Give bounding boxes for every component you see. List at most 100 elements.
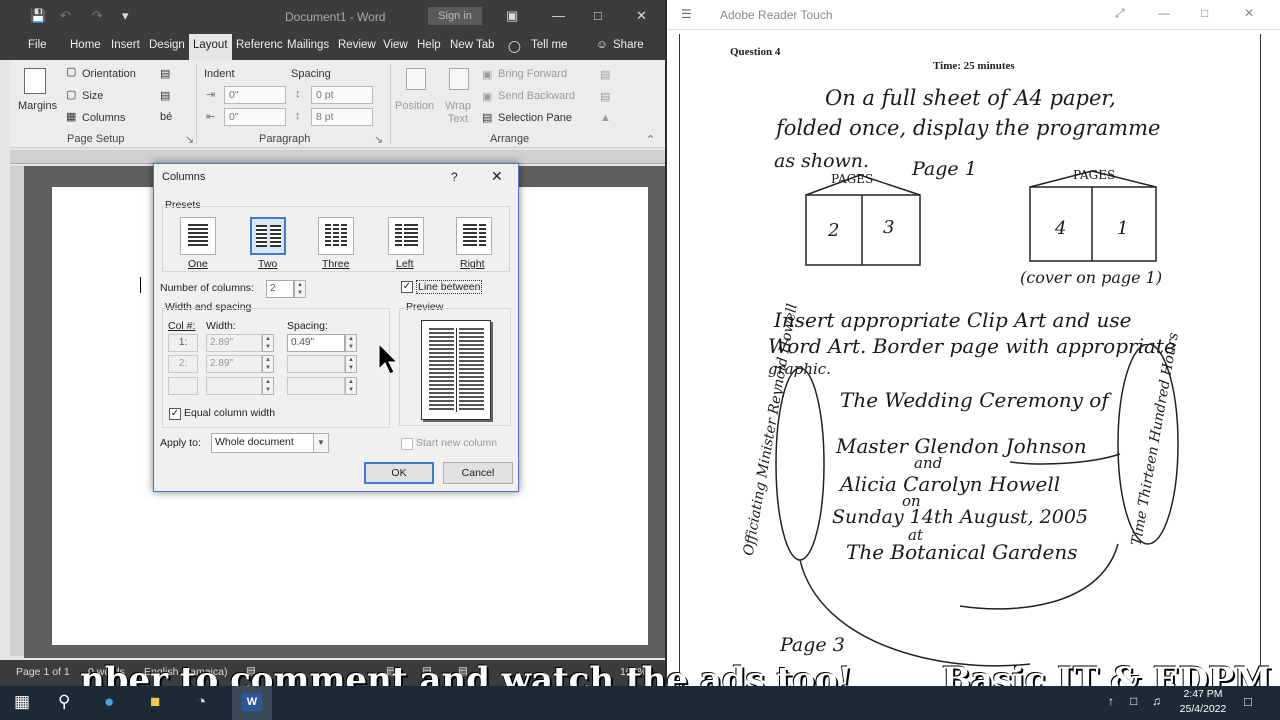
margins-button[interactable]: Margins xyxy=(18,100,57,112)
collapse-ribbon-icon[interactable]: ⌃ xyxy=(646,133,655,146)
redo-icon[interactable]: ↷ xyxy=(92,8,103,24)
edge-icon[interactable]: ● xyxy=(104,692,114,712)
menu-icon[interactable]: ☰ xyxy=(681,7,692,21)
tab-mailings[interactable]: Mailings xyxy=(287,39,329,51)
save-icon[interactable]: 💾 xyxy=(30,8,46,24)
spacing-before-input[interactable]: 0 pt xyxy=(311,86,373,104)
reader-close-icon[interactable]: ✕ xyxy=(1244,6,1254,20)
clock-time[interactable]: 2:47 PM xyxy=(1175,688,1231,700)
preset-right[interactable] xyxy=(456,217,492,255)
paragraph-launcher-icon[interactable]: ↘ xyxy=(374,133,383,146)
align-icon[interactable]: ▤ xyxy=(600,68,610,81)
word-taskbar-button[interactable]: W xyxy=(232,686,272,720)
preset-three[interactable] xyxy=(318,217,354,255)
preset-left[interactable] xyxy=(388,217,424,255)
windows-start-icon[interactable]: ▦ xyxy=(14,692,30,712)
undo-icon[interactable]: ↶ xyxy=(60,8,71,24)
clock-app-icon[interactable]: ◔ xyxy=(196,692,206,712)
line-between-checkbox[interactable]: ✓ xyxy=(401,281,413,293)
tell-me-search[interactable]: Tell me xyxy=(531,39,567,51)
preset-one[interactable] xyxy=(180,217,216,255)
clock-date[interactable]: 25/4/2022 xyxy=(1175,703,1231,715)
sign-in-button[interactable]: Sign in xyxy=(428,7,482,25)
indent-left-input[interactable]: 0" xyxy=(224,86,286,104)
tab-file[interactable]: File xyxy=(28,39,47,51)
tab-design[interactable]: Design xyxy=(149,39,185,51)
start-new-column-checkbox xyxy=(401,438,413,450)
ribbon-display-icon[interactable]: ▣ xyxy=(506,8,518,24)
tab-home[interactable]: Home xyxy=(70,39,101,51)
tab-new-tab[interactable]: New Tab xyxy=(450,39,495,51)
file-explorer-icon[interactable]: ■ xyxy=(150,692,160,712)
equal-width-label[interactable]: Equal column width xyxy=(184,407,275,419)
num-columns-input[interactable]: 2 xyxy=(266,280,294,298)
help-button[interactable]: ? xyxy=(451,170,458,184)
line-numbers-icon[interactable]: ▤ xyxy=(160,89,170,102)
dialog-close-icon[interactable]: ✕ xyxy=(491,168,503,185)
horizontal-ruler[interactable] xyxy=(10,150,665,164)
orientation-button[interactable]: Orientation xyxy=(82,68,136,80)
col-1-width[interactable]: 2.89" xyxy=(206,334,262,352)
customize-qat-icon[interactable]: ▾ xyxy=(122,8,129,24)
num-columns-spinner[interactable]: ▲ ▼ xyxy=(294,280,306,298)
indent-right-input[interactable]: 0" xyxy=(224,108,286,126)
group-icon[interactable]: ▤ xyxy=(600,90,610,103)
tab-review[interactable]: Review xyxy=(338,39,376,51)
arrange-group-label: Arrange xyxy=(490,133,530,145)
position-button[interactable]: Position xyxy=(395,100,434,112)
box-3: 3 xyxy=(883,217,895,238)
reader-minimize-icon[interactable]: — xyxy=(1158,6,1170,20)
line-between-label[interactable]: Line between xyxy=(416,280,483,294)
minimize-icon[interactable]: — xyxy=(552,8,565,23)
breaks-icon[interactable]: ▤ xyxy=(160,67,170,80)
preset-two[interactable] xyxy=(250,217,286,255)
notifications-icon[interactable]: □ xyxy=(1244,694,1252,709)
wrap-text-button[interactable]: Wrap Text xyxy=(438,100,478,126)
col-1-spacing-spinner[interactable]: ▲ ▼ xyxy=(345,334,357,352)
columns-button[interactable]: Columns xyxy=(82,112,125,124)
maximize-icon[interactable]: □ xyxy=(594,8,602,23)
col-1-spacing[interactable]: 0.49" xyxy=(287,334,345,352)
apply-to-select[interactable]: Whole document xyxy=(211,433,315,453)
vertical-ruler[interactable] xyxy=(10,166,24,656)
spacing-after-input[interactable]: 8 pt xyxy=(311,108,373,126)
size-button[interactable]: Size xyxy=(82,90,103,102)
reader-document-page[interactable]: Question 4 Time: 25 minutes On a full sh… xyxy=(679,34,1261,686)
tab-view[interactable]: View xyxy=(383,39,408,51)
wrap-text-icon[interactable] xyxy=(449,68,469,90)
selection-pane-button[interactable]: Selection Pane xyxy=(498,112,572,124)
close-icon[interactable]: ✕ xyxy=(636,8,647,24)
tab-help[interactable]: Help xyxy=(417,39,441,51)
reader-title: Adobe Reader Touch xyxy=(720,8,833,22)
page-count[interactable]: Page 1 of 1 xyxy=(16,666,70,678)
tab-insert[interactable]: Insert xyxy=(111,39,140,51)
equal-width-checkbox[interactable]: ✓ xyxy=(169,408,181,420)
position-icon[interactable] xyxy=(406,68,426,90)
search-icon[interactable]: ⚲ xyxy=(58,692,70,712)
page-setup-launcher-icon[interactable]: ↘ xyxy=(185,133,194,146)
hyphenation-icon[interactable]: bé xyxy=(160,111,172,123)
chevron-down-icon[interactable]: ▼ xyxy=(313,433,329,453)
word-app-icon: W xyxy=(242,693,262,711)
ribbon-separator xyxy=(196,64,197,144)
col-2-width: 2.89" xyxy=(206,355,262,373)
col-1-width-spinner[interactable]: ▲ ▼ xyxy=(262,334,274,352)
bring-forward-button[interactable]: Bring Forward xyxy=(498,68,567,80)
fullscreen-icon[interactable]: ⤢ xyxy=(1115,6,1125,21)
tab-layout[interactable]: Layout xyxy=(189,34,232,60)
battery-icon[interactable]: □ xyxy=(1130,694,1137,708)
rotate-icon[interactable]: ▲ xyxy=(600,112,611,124)
send-backward-button[interactable]: Send Backward xyxy=(498,90,575,102)
preset-right-icon xyxy=(479,224,486,246)
volume-icon[interactable]: ♫ xyxy=(1152,694,1161,708)
network-icon[interactable]: ↑ xyxy=(1108,694,1114,708)
margins-icon[interactable] xyxy=(24,68,46,94)
share-icon: ☺ xyxy=(596,39,608,51)
cancel-button[interactable]: Cancel xyxy=(443,462,513,484)
ok-button[interactable]: OK xyxy=(364,462,434,484)
col-2-spacing xyxy=(287,355,345,373)
share-button[interactable]: Share xyxy=(613,39,644,51)
reader-maximize-icon[interactable]: □ xyxy=(1201,6,1208,20)
tab-references[interactable]: Referenc xyxy=(236,39,283,51)
preset-left-label: Left xyxy=(396,258,414,270)
